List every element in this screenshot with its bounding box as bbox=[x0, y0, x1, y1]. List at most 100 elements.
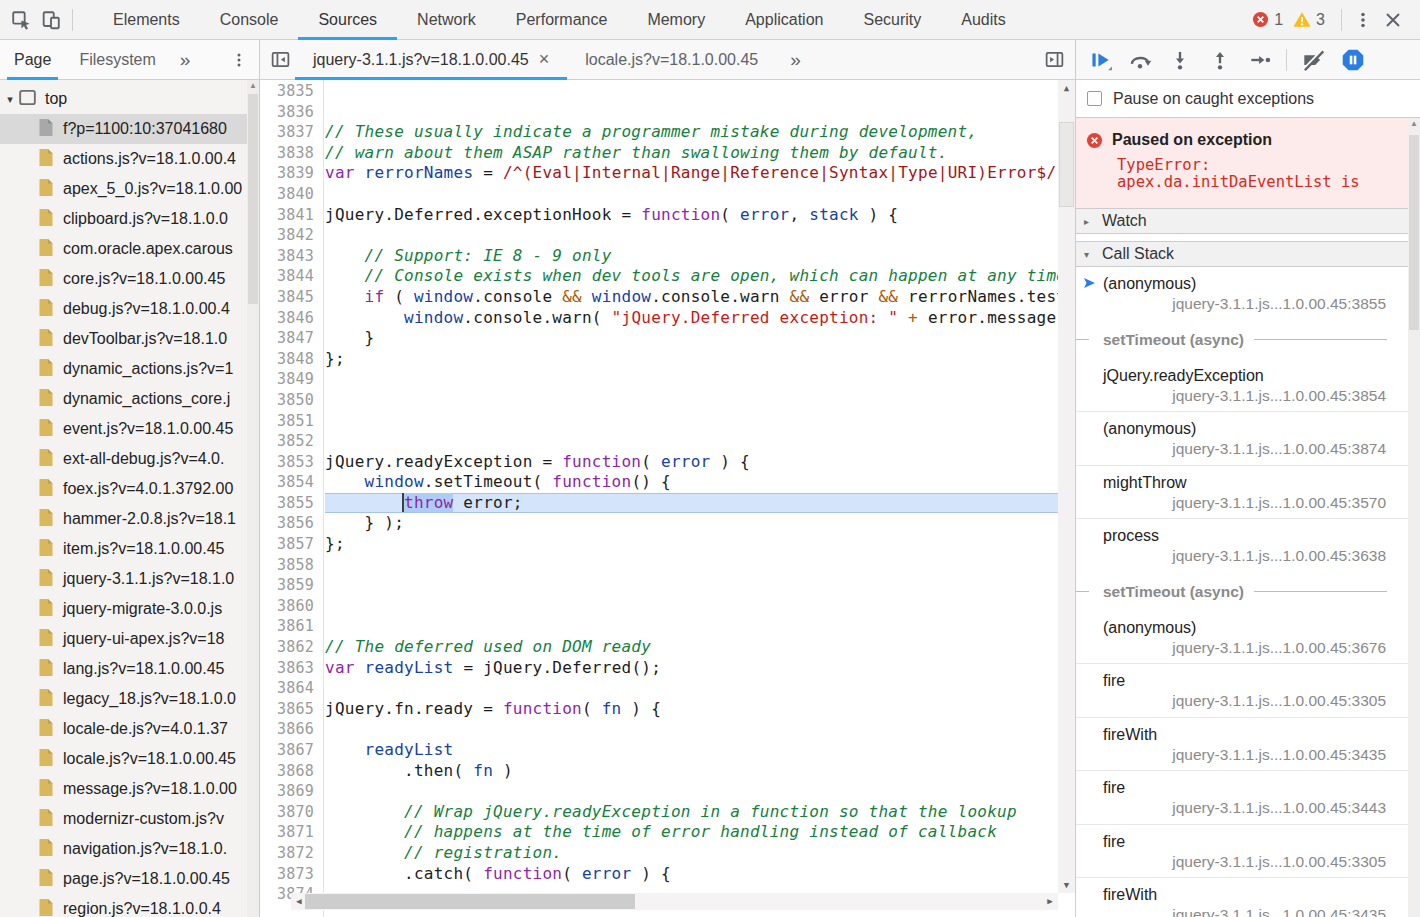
line-number[interactable]: 3856 bbox=[260, 513, 323, 534]
main-tab-elements[interactable]: Elements bbox=[93, 0, 200, 39]
call-stack-frame[interactable]: (anonymous)jquery-3.1.1.js...1.0.00.45:3… bbox=[1076, 611, 1420, 665]
file-tree-item[interactable]: jquery-migrate-3.0.0.js bbox=[0, 594, 259, 624]
file-tree-item[interactable]: page.js?v=18.1.0.00.45 bbox=[0, 864, 259, 894]
call-stack-frame[interactable]: jQuery.readyExceptionjquery-3.1.1.js...1… bbox=[1076, 359, 1420, 413]
line-number[interactable]: 3872 bbox=[260, 843, 323, 864]
line-number[interactable]: 3862 bbox=[260, 637, 323, 658]
file-tree-item[interactable]: foex.js?v=4.0.1.3792.00 bbox=[0, 474, 259, 504]
navigator-more-tabs-icon[interactable]: » bbox=[170, 49, 201, 71]
device-toolbar-button[interactable] bbox=[36, 6, 66, 34]
line-number[interactable]: 3861 bbox=[260, 616, 323, 637]
expand-arrow-icon[interactable]: ▾ bbox=[2, 93, 18, 106]
file-tree-item[interactable]: com.oracle.apex.carous bbox=[0, 234, 259, 264]
file-tree-item[interactable]: dynamic_actions_core.j bbox=[0, 384, 259, 414]
scroll-up-arrow[interactable]: ▲ bbox=[1408, 118, 1420, 130]
file-tree-item[interactable]: ext-all-debug.js?v=4.0. bbox=[0, 444, 259, 474]
line-number[interactable]: 3871 bbox=[260, 822, 323, 843]
line-number[interactable]: 3868 bbox=[260, 761, 323, 782]
call-stack-frame[interactable]: firejquery-3.1.1.js...1.0.00.45:3305 bbox=[1076, 664, 1420, 718]
navigator-scrollbar[interactable]: ▲ bbox=[247, 80, 259, 917]
line-number[interactable]: 3835 bbox=[260, 81, 323, 102]
line-number[interactable]: 3839 bbox=[260, 163, 323, 184]
scroll-down-arrow[interactable]: ▼ bbox=[1058, 877, 1075, 893]
file-tree-item[interactable]: core.js?v=18.1.0.00.45 bbox=[0, 264, 259, 294]
file-tree-item[interactable]: hammer-2.0.8.js?v=18.1 bbox=[0, 504, 259, 534]
main-tab-sources[interactable]: Sources bbox=[298, 0, 397, 39]
file-tree-item[interactable]: locale.js?v=18.1.0.00.45 bbox=[0, 744, 259, 774]
line-number[interactable]: 3850 bbox=[260, 390, 323, 411]
pause-on-caught-exceptions-row[interactable]: Pause on caught exceptions bbox=[1076, 80, 1420, 118]
editor-tab-jquery[interactable]: jquery-3.1.1.js?v=18.1.0.00.45 × bbox=[295, 40, 567, 79]
file-tree-item[interactable]: apex_5_0.js?v=18.1.0.00 bbox=[0, 174, 259, 204]
main-tab-console[interactable]: Console bbox=[200, 0, 299, 39]
line-number[interactable]: 3855 bbox=[260, 493, 323, 514]
line-number[interactable]: 3870 bbox=[260, 802, 323, 823]
line-number[interactable]: 3837 bbox=[260, 122, 323, 143]
file-tree-item[interactable]: lang.js?v=18.1.0.00.45 bbox=[0, 654, 259, 684]
main-tab-performance[interactable]: Performance bbox=[496, 0, 628, 39]
step-button[interactable] bbox=[1240, 46, 1280, 74]
resume-button[interactable] bbox=[1080, 46, 1120, 74]
navigator-tab-page[interactable]: Page bbox=[0, 40, 65, 79]
tree-root-top[interactable]: ▾ top bbox=[0, 84, 259, 114]
scroll-right-arrow[interactable]: ▶ bbox=[1042, 893, 1058, 910]
editor-vertical-scrollbar[interactable]: ▲ ▼ bbox=[1058, 80, 1075, 893]
deactivate-breakpoints-button[interactable] bbox=[1293, 46, 1333, 74]
call-stack-frame[interactable]: (anonymous)jquery-3.1.1.js...1.0.00.45:3… bbox=[1076, 267, 1420, 321]
line-number[interactable]: 3848 bbox=[260, 349, 323, 370]
line-number[interactable]: 3847 bbox=[260, 328, 323, 349]
editor-more-tabs-icon[interactable]: » bbox=[776, 49, 815, 71]
line-number[interactable]: 3864 bbox=[260, 678, 323, 699]
step-over-button[interactable] bbox=[1120, 46, 1160, 74]
file-tree-item[interactable]: f?p=1100:10:37041680 bbox=[0, 114, 259, 144]
call-stack-frame[interactable]: (anonymous)jquery-3.1.1.js...1.0.00.45:3… bbox=[1076, 412, 1420, 466]
file-tree-item[interactable]: item.js?v=18.1.0.00.45 bbox=[0, 534, 259, 564]
line-number[interactable]: 3844 bbox=[260, 266, 323, 287]
line-number[interactable]: 3852 bbox=[260, 431, 323, 452]
line-number[interactable]: 3858 bbox=[260, 555, 323, 576]
line-number[interactable]: 3845 bbox=[260, 287, 323, 308]
line-number[interactable]: 3843 bbox=[260, 246, 323, 267]
line-number[interactable]: 3854 bbox=[260, 472, 323, 493]
editor-horizontal-scrollbar[interactable]: ◀ ▶ bbox=[291, 893, 1058, 910]
line-number[interactable]: 3857 bbox=[260, 534, 323, 555]
file-tree-item[interactable]: jquery-ui-apex.js?v=18 bbox=[0, 624, 259, 654]
line-number[interactable]: 3849 bbox=[260, 369, 323, 390]
line-number[interactable]: 3846 bbox=[260, 308, 323, 329]
editor-tab-locale[interactable]: locale.js?v=18.1.0.00.45 bbox=[567, 40, 776, 79]
navigator-tab-filesystem[interactable]: Filesystem bbox=[65, 40, 169, 79]
scroll-up-arrow[interactable]: ▲ bbox=[1058, 80, 1075, 96]
hide-navigator-button[interactable] bbox=[265, 46, 295, 74]
call-stack-frame[interactable]: processjquery-3.1.1.js...1.0.00.45:3638 bbox=[1076, 519, 1420, 573]
main-tab-security[interactable]: Security bbox=[843, 0, 941, 39]
line-number[interactable]: 3859 bbox=[260, 575, 323, 596]
line-number[interactable]: 3851 bbox=[260, 411, 323, 432]
file-tree-item[interactable]: clipboard.js?v=18.1.0.0 bbox=[0, 204, 259, 234]
error-badge[interactable]: 1 bbox=[1252, 11, 1283, 29]
file-tree-item[interactable]: actions.js?v=18.1.0.00.4 bbox=[0, 144, 259, 174]
line-number[interactable]: 3869 bbox=[260, 781, 323, 802]
call-stack-section-header[interactable]: ▾ Call Stack bbox=[1076, 241, 1420, 267]
line-number[interactable]: 3860 bbox=[260, 596, 323, 617]
navigator-menu-icon[interactable] bbox=[229, 46, 259, 74]
file-tree-item[interactable]: legacy_18.js?v=18.1.0.0 bbox=[0, 684, 259, 714]
call-stack-frame[interactable]: firejquery-3.1.1.js...1.0.00.45:3305 bbox=[1076, 825, 1420, 879]
code-content[interactable]: // These usually indicate a programmer m… bbox=[325, 80, 1058, 917]
line-number[interactable]: 3867 bbox=[260, 740, 323, 761]
file-tree-item[interactable]: jquery-3.1.1.js?v=18.1.0 bbox=[0, 564, 259, 594]
pause-on-exceptions-button[interactable] bbox=[1333, 46, 1373, 74]
file-tree-item[interactable]: region.js?v=18.1.0.0.4 bbox=[0, 894, 259, 917]
line-number[interactable]: 3841 bbox=[260, 205, 323, 226]
main-tab-network[interactable]: Network bbox=[397, 0, 496, 39]
line-number[interactable]: 3866 bbox=[260, 719, 323, 740]
warning-badge[interactable]: 3 bbox=[1293, 11, 1325, 29]
file-tree-item[interactable]: event.js?v=18.1.0.00.45 bbox=[0, 414, 259, 444]
main-tab-application[interactable]: Application bbox=[725, 0, 843, 39]
call-stack-frame[interactable]: firejquery-3.1.1.js...1.0.00.45:3443 bbox=[1076, 771, 1420, 825]
main-tab-audits[interactable]: Audits bbox=[941, 0, 1025, 39]
call-stack-frame[interactable]: fireWithjquery-3.1.1.js...1.0.00.45:3435 bbox=[1076, 718, 1420, 772]
file-tree-item[interactable]: dynamic_actions.js?v=1 bbox=[0, 354, 259, 384]
close-devtools-button[interactable] bbox=[1378, 6, 1408, 34]
line-number[interactable]: 3836 bbox=[260, 102, 323, 123]
call-stack-frame[interactable]: mightThrowjquery-3.1.1.js...1.0.00.45:35… bbox=[1076, 466, 1420, 520]
